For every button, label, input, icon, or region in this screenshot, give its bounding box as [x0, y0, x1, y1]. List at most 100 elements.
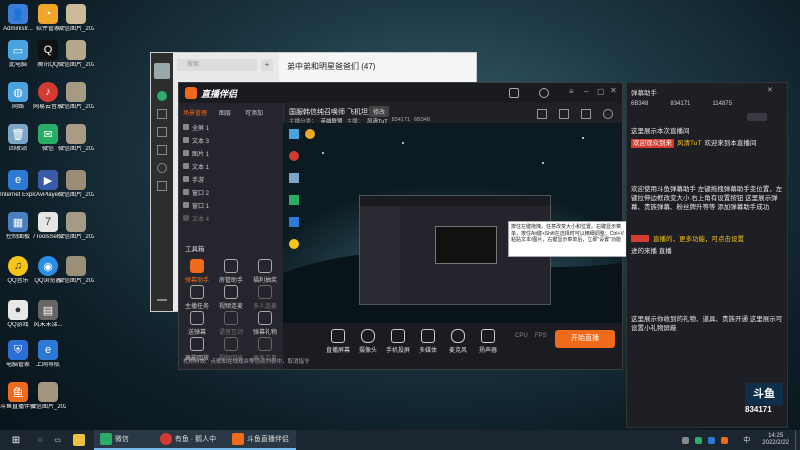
show-desktop-button[interactable] [795, 430, 800, 450]
image-file-icon [66, 256, 86, 276]
taskbar-app-douyu[interactable]: 斗鱼直播伴侣 [225, 430, 296, 450]
miniprogram-icon[interactable] [157, 181, 167, 191]
tab-scene[interactable]: 场景管理 [183, 108, 207, 117]
phone-cast-button[interactable]: 手机投屏 [383, 329, 413, 354]
panel-header: 弹幕助手 [631, 90, 657, 97]
mini-icon [289, 173, 299, 183]
eye-icon[interactable] [183, 202, 189, 208]
grid-icon[interactable] [581, 109, 591, 119]
layer-row[interactable]: 手游 [183, 173, 279, 185]
tool-send-danmu[interactable]: 送弹幕 [183, 311, 211, 336]
tool-room-admin[interactable]: 房管助手 [217, 259, 245, 284]
moments-icon[interactable] [157, 163, 167, 173]
settings-icon[interactable] [603, 109, 613, 119]
task-view-button[interactable]: ▭ [48, 430, 67, 450]
camera-button[interactable]: 摄像头 [353, 329, 383, 354]
layer-row[interactable]: 图片 1 [183, 147, 279, 159]
layer-row[interactable]: 全屏 1 [183, 121, 279, 133]
camera-icon[interactable] [509, 88, 519, 98]
desktop-icon-image[interactable]: 微信图片_2022012... [58, 212, 94, 241]
layer-row[interactable]: 文本 3 [183, 134, 279, 146]
maximize-icon[interactable]: ▢ [597, 87, 605, 96]
tool-voice[interactable]: 语音互动 [217, 311, 245, 336]
eye-icon[interactable] [183, 176, 189, 182]
windows-icon: ⊞ [11, 434, 21, 446]
search-input[interactable]: 搜索 [177, 59, 257, 71]
minimize-icon[interactable]: – [584, 87, 588, 96]
wechat-icon [99, 433, 112, 445]
tab-addable[interactable]: 可添加 [245, 108, 263, 117]
favorites-icon[interactable] [157, 127, 167, 137]
tool-danmu-assistant[interactable]: 弹幕助手 [183, 259, 211, 284]
tray-icon[interactable] [682, 436, 690, 444]
add-button[interactable]: + [261, 59, 273, 71]
layer-row[interactable]: 窗口 1 [183, 199, 279, 211]
chat-icon[interactable] [157, 91, 167, 101]
speaker-button[interactable]: 扬声器 [473, 329, 503, 354]
taskbar-app-wechat[interactable]: 微信 [93, 430, 154, 450]
desktop-icon-folder[interactable]: ▤ 风末未涕... [30, 300, 66, 329]
contacts-icon[interactable] [157, 109, 167, 119]
tool-multi-link[interactable]: 多人连麦 [251, 285, 279, 310]
eye-icon[interactable] [183, 124, 189, 130]
nested-sidebar [360, 206, 400, 304]
file-icon: ▤ [38, 300, 58, 320]
eye-icon[interactable] [183, 189, 189, 195]
eye-icon[interactable] [183, 137, 189, 143]
clock[interactable]: 14:25 2022/2/22 [756, 430, 795, 450]
douyu-icon: 鱼 [8, 382, 28, 402]
tray-icon[interactable] [721, 436, 729, 444]
tool-lottery[interactable]: 福利抽奖 [251, 259, 279, 284]
start-live-button[interactable]: 开始直播 [555, 330, 615, 348]
menu-icon[interactable]: ≡ [569, 87, 574, 96]
browser-icon: ◉ [38, 256, 58, 276]
tab-layers[interactable]: 图层 [219, 108, 231, 117]
edit-badge[interactable]: 修改 [369, 106, 390, 117]
taskbar-app-music[interactable]: 有鱼 · 鹅人中 [153, 430, 226, 450]
close-icon[interactable]: ✕ [767, 86, 773, 94]
task-icon [190, 285, 204, 299]
search-button[interactable]: ○ [32, 430, 48, 450]
tool-video-link[interactable]: 视频连麦 [217, 285, 245, 310]
avatar[interactable] [154, 63, 170, 79]
tool-danmu-gift[interactable]: 弹幕礼物 [251, 311, 279, 336]
menu-icon[interactable] [157, 299, 167, 301]
scene-panel: 场景管理 图层 可添加 全屏 1 文本 3 图片 1 文本 1 手游 窗口 2 … [179, 103, 284, 369]
desktop-icon-image[interactable]: 微信图片_2022012... [58, 170, 94, 199]
phone-icon [391, 329, 405, 343]
desktop-icon-image[interactable]: 微信图片_2022012... [58, 256, 94, 285]
desktop-icon-image[interactable]: 微信图片_2022012... [30, 382, 66, 411]
eye-icon[interactable] [183, 163, 189, 169]
tray-icons[interactable] [676, 430, 737, 450]
desktop-icon-image[interactable]: 微信图片_2022012... [58, 40, 94, 69]
desktop-icon-image[interactable]: 微信图片_2022012... [58, 124, 94, 153]
desktop-icon-nav[interactable]: e 上网导航 [30, 340, 66, 369]
layer-row[interactable]: 窗口 2 [183, 186, 279, 198]
eye-icon[interactable] [183, 215, 189, 221]
group-icon [258, 285, 272, 299]
app-logo-text: 直播伴侣 [201, 89, 238, 99]
toggle[interactable] [747, 113, 767, 121]
taskbar-app-explorer[interactable] [67, 430, 94, 450]
input-method[interactable]: 中 [737, 430, 756, 450]
layer-row[interactable]: 文本 1 [183, 160, 279, 172]
folder-icon[interactable] [157, 145, 167, 155]
layer-row[interactable]: 文本 4 [183, 212, 279, 224]
microphone-button[interactable]: 麦克风 [443, 329, 473, 354]
screen-capture-button[interactable]: 直播屏幕 [323, 329, 353, 354]
scene-icon[interactable] [537, 109, 547, 119]
desktop-icon-image[interactable]: 微信图片_2022012... [58, 4, 94, 33]
start-button[interactable]: ⊞ [0, 430, 32, 450]
avatar[interactable] [539, 88, 549, 98]
tray-icon[interactable] [708, 436, 716, 444]
toolbox-title: 工具箱 [185, 246, 205, 253]
tip-title: 这里展示本次直播间 [631, 128, 690, 135]
tool-anchor-task[interactable]: 主播任务 [183, 285, 211, 310]
eye-icon[interactable] [183, 150, 189, 156]
multimedia-button[interactable]: 多媒体 [413, 329, 443, 354]
gift-icon [258, 259, 272, 273]
close-icon[interactable]: ✕ [610, 86, 617, 95]
layout-icon[interactable] [559, 109, 569, 119]
tray-icon[interactable] [695, 436, 703, 444]
desktop-icon-image[interactable]: 微信图片_2022012... [58, 82, 94, 111]
